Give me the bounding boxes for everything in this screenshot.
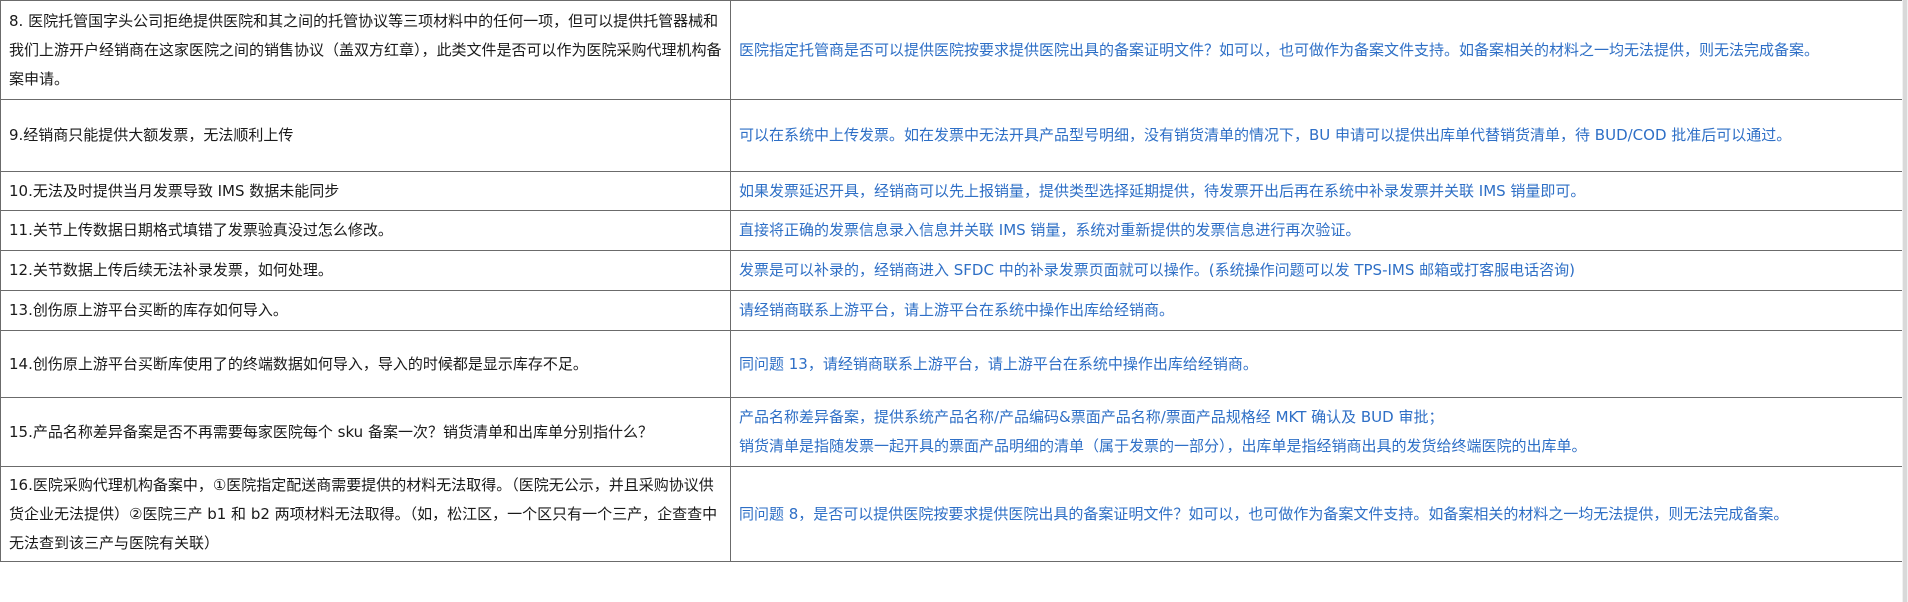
question-cell: 10.无法及时提供当月发票导致 IMS 数据未能同步 — [0, 171, 731, 211]
answer-cell: 直接将正确的发票信息录入信息并关联 IMS 销量，系统对重新提供的发票信息进行再… — [730, 210, 1903, 251]
table-row: 13.创伤原上游平台买断的库存如何导入。 请经销商联系上游平台，请上游平台在系统… — [0, 290, 1903, 331]
answer-cell: 同问题 8，是否可以提供医院按要求提供医院出具的备案证明文件？如可以，也可做作为… — [730, 466, 1903, 562]
table-row: 16.医院采购代理机构备案中，①医院指定配送商需要提供的材料无法取得。（医院无公… — [0, 466, 1903, 562]
table-row: 11.关节上传数据日期格式填错了发票验真没过怎么修改。 直接将正确的发票信息录入… — [0, 210, 1903, 251]
answer-text: 销货清单是指随发票一起开具的票面产品明细的清单（属于发票的一部分），出库单是指经… — [739, 437, 1587, 455]
table-row: 8. 医院托管国字头公司拒绝提供医院和其之间的托管协议等三项材料中的任何一项，但… — [0, 0, 1903, 100]
question-cell: 16.医院采购代理机构备案中，①医院指定配送商需要提供的材料无法取得。（医院无公… — [0, 466, 731, 562]
vertical-scrollbar[interactable] — [1902, 0, 1908, 602]
table-row: 10.无法及时提供当月发票导致 IMS 数据未能同步 如果发票延迟开具，经销商可… — [0, 171, 1903, 211]
answer-text: 发票是可以补录的，经销商进入 SFDC 中的补录发票页面就可以操作。(系统操作问… — [739, 261, 1575, 279]
answer-text: 直接将正确的发票信息录入信息并关联 IMS 销量，系统对重新提供的发票信息进行再… — [739, 221, 1361, 239]
answer-cell: 医院指定托管商是否可以提供医院按要求提供医院出具的备案证明文件？如可以，也可做作… — [730, 0, 1903, 100]
answer-cell: 可以在系统中上传发票。如在发票中无法开具产品型号明细，没有销货清单的情况下，BU… — [730, 99, 1903, 172]
answer-cell: 产品名称差异备案，提供系统产品名称/产品编码&票面产品名称/票面产品规格经 MK… — [730, 397, 1903, 467]
answer-text: 如果发票延迟开具，经销商可以先上报销量，提供类型选择延期提供，待发票开出后再在系… — [739, 181, 1586, 200]
answer-cell: 请经销商联系上游平台，请上游平台在系统中操作出库给经销商。 — [730, 290, 1903, 331]
table-row: 12.关节数据上传后续无法补录发票，如何处理。 发票是可以补录的，经销商进入 S… — [0, 250, 1903, 291]
question-cell: 8. 医院托管国字头公司拒绝提供医院和其之间的托管协议等三项材料中的任何一项，但… — [0, 0, 731, 100]
answer-cell: 发票是可以补录的，经销商进入 SFDC 中的补录发票页面就可以操作。(系统操作问… — [730, 250, 1903, 291]
faq-table: 8. 医院托管国字头公司拒绝提供医院和其之间的托管协议等三项材料中的任何一项，但… — [0, 0, 1903, 562]
question-cell: 9.经销商只能提供大额发票，无法顺利上传 — [0, 99, 731, 172]
question-cell: 13.创伤原上游平台买断的库存如何导入。 — [0, 290, 731, 331]
answer-text: 同问题 8，是否可以提供医院按要求提供医院出具的备案证明文件？如可以，也可做作为… — [739, 504, 1789, 523]
question-cell: 14.创伤原上游平台买断库使用了的终端数据如何导入，导入的时候都是显示库存不足。 — [0, 330, 731, 398]
answer-text: 产品名称差异备案，提供系统产品名称/产品编码&票面产品名称/票面产品规格经 MK… — [739, 408, 1444, 426]
answer-text: 医院指定托管商是否可以提供医院按要求提供医院出具的备案证明文件？如可以，也可做作… — [739, 40, 1820, 59]
answer-text: 可以在系统中上传发票。如在发票中无法开具产品型号明细，没有销货清单的情况下，BU… — [739, 126, 1792, 144]
table-row: 15.产品名称差异备案是否不再需要每家医院每个 sku 备案一次？销货清单和出库… — [0, 397, 1903, 467]
answer-cell: 如果发票延迟开具，经销商可以先上报销量，提供类型选择延期提供，待发票开出后再在系… — [730, 171, 1903, 211]
answer-cell: 同问题 13，请经销商联系上游平台，请上游平台在系统中操作出库给经销商。 — [730, 330, 1903, 398]
scrollbar-thumb[interactable] — [1903, 0, 1907, 602]
question-cell: 15.产品名称差异备案是否不再需要每家医院每个 sku 备案一次？销货清单和出库… — [0, 397, 731, 467]
table-row: 14.创伤原上游平台买断库使用了的终端数据如何导入，导入的时候都是显示库存不足。… — [0, 330, 1903, 398]
answer-text: 同问题 13，请经销商联系上游平台，请上游平台在系统中操作出库给经销商。 — [739, 354, 1258, 373]
question-cell: 11.关节上传数据日期格式填错了发票验真没过怎么修改。 — [0, 210, 731, 251]
answer-text: 请经销商联系上游平台，请上游平台在系统中操作出库给经销商。 — [739, 301, 1175, 319]
question-cell: 12.关节数据上传后续无法补录发票，如何处理。 — [0, 250, 731, 291]
table-row: 9.经销商只能提供大额发票，无法顺利上传 可以在系统中上传发票。如在发票中无法开… — [0, 99, 1903, 172]
